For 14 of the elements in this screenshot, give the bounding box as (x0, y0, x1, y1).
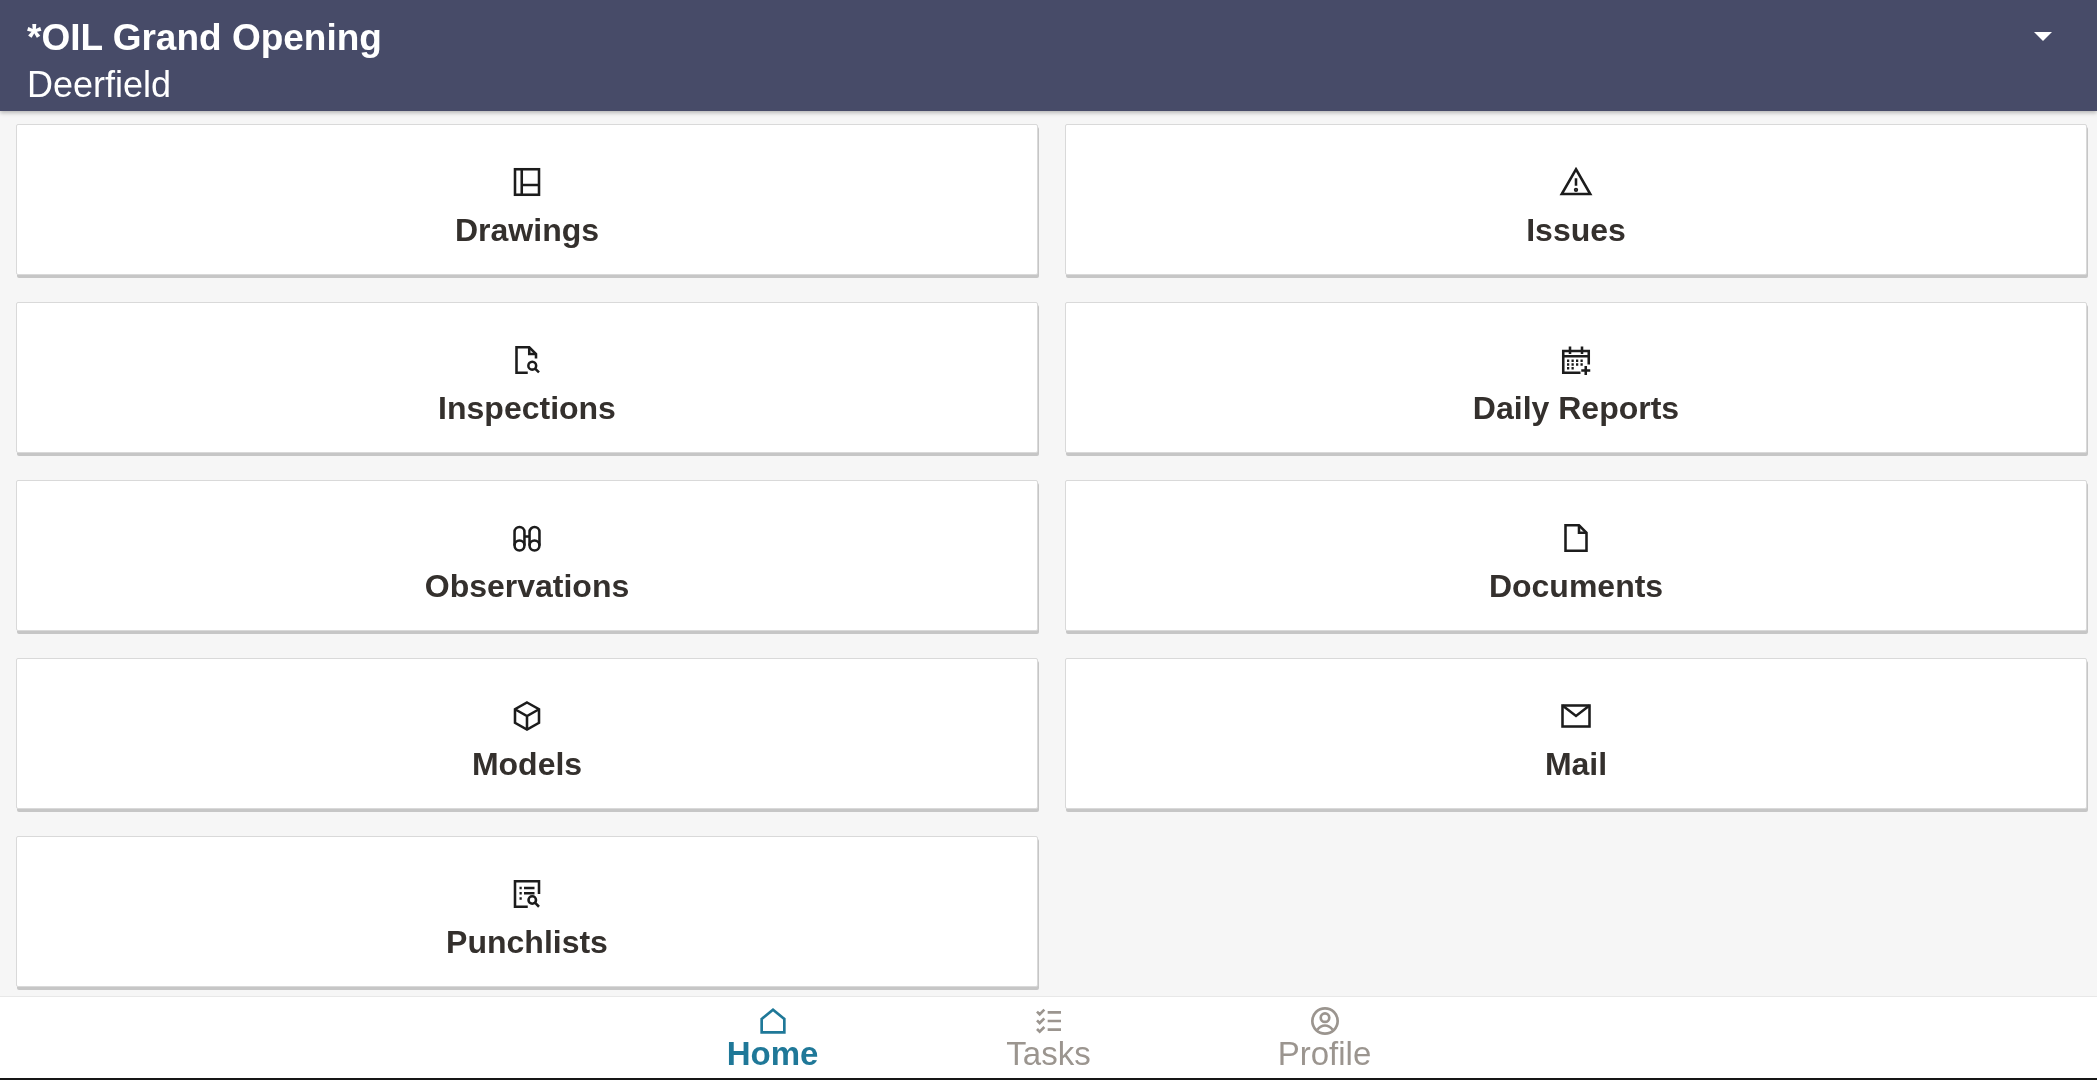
module-tile[interactable]: Models (16, 658, 1038, 809)
module-tile[interactable]: Documents (1065, 480, 2087, 631)
module-tile[interactable]: Inspections (16, 302, 1038, 453)
module-tile[interactable]: Observations (16, 480, 1038, 631)
module-tile[interactable]: Issues (1065, 124, 2087, 275)
project-title: *OIL Grand Opening (27, 16, 382, 60)
user-circle-icon (1308, 1005, 1341, 1037)
location-subtitle: Deerfield (27, 63, 172, 107)
module-tile[interactable]: Daily Reports (1065, 302, 2087, 453)
caret-down-icon[interactable] (2034, 32, 2052, 41)
module-tile[interactable]: Punchlists (16, 836, 1038, 987)
module-tile[interactable]: Mail (1065, 658, 2087, 809)
nav-tab[interactable]: Home (634, 997, 911, 1078)
module-tile[interactable]: Drawings (16, 124, 1038, 275)
